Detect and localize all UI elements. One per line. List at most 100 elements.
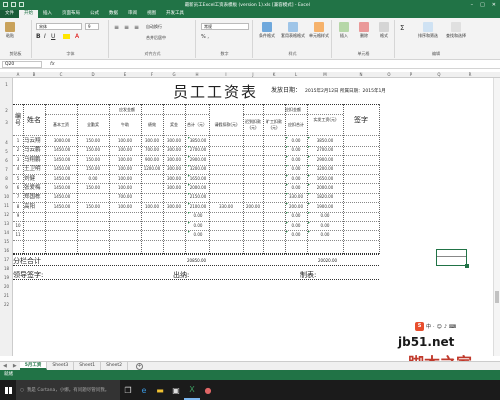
fill-color-icon[interactable] xyxy=(63,34,70,39)
base-salary-cell[interactable]: 1450.00 xyxy=(47,193,77,202)
late-deduction-cell[interactable] xyxy=(243,175,263,184)
lunch-allowance-cell[interactable]: 100.00 xyxy=(109,184,141,193)
underline-button[interactable]: U xyxy=(51,33,55,40)
absent-deduction-cell[interactable] xyxy=(263,165,285,174)
late-deduction-cell[interactable] xyxy=(243,146,263,155)
row-header[interactable]: 8 xyxy=(0,176,13,181)
payable-total-cell[interactable]: 0.00 xyxy=(187,212,209,221)
row-number-cell[interactable]: 3 xyxy=(13,156,23,165)
row-header[interactable]: 13 xyxy=(0,221,13,226)
lunch-allowance-cell[interactable] xyxy=(109,231,141,240)
sheet-tab-sheet3[interactable]: Sheet3 xyxy=(47,362,75,370)
base-salary-cell[interactable] xyxy=(47,212,77,221)
merge-center-button[interactable]: 合并后居中 xyxy=(146,35,166,41)
employee-name-cell[interactable] xyxy=(24,212,46,221)
bonus-cell[interactable]: 300.00 xyxy=(163,165,185,174)
performance-cell[interactable] xyxy=(141,231,163,240)
allowance-cell[interactable] xyxy=(77,231,109,240)
base-salary-cell[interactable]: 1450.00 xyxy=(47,203,77,212)
deduct-total-cell[interactable]: 0.00 xyxy=(285,165,307,174)
payable-total-cell[interactable]: 2000.00 xyxy=(187,184,209,193)
row-header[interactable]: 3 xyxy=(0,120,13,125)
row-header[interactable]: 22 xyxy=(0,302,13,307)
tab-view[interactable]: 视图 xyxy=(142,10,161,18)
minimize-icon[interactable]: – xyxy=(471,2,474,8)
late-deduction-cell[interactable] xyxy=(243,193,263,202)
align-middle-icon[interactable]: ≡ xyxy=(124,24,129,31)
lunch-allowance-cell[interactable]: 100.00 xyxy=(109,165,141,174)
scroll-right-icon[interactable]: ▶ xyxy=(10,363,20,369)
bonus-cell[interactable]: 300.00 xyxy=(163,156,185,165)
font-size-select[interactable]: 9 xyxy=(85,23,99,30)
align-top-icon[interactable]: ≡ xyxy=(114,24,119,31)
sick-deduction-cell[interactable] xyxy=(209,137,243,146)
row-header[interactable]: 15 xyxy=(0,239,13,244)
app-icon[interactable]: ● xyxy=(200,380,216,400)
deduct-total-cell[interactable]: 0.00 xyxy=(285,184,307,193)
scrollbar-thumb[interactable] xyxy=(495,291,499,303)
deduct-total-cell[interactable]: 0.00 xyxy=(285,137,307,146)
late-deduction-cell[interactable] xyxy=(243,222,263,231)
absent-deduction-cell[interactable] xyxy=(263,231,285,240)
base-salary-cell[interactable] xyxy=(47,231,77,240)
net-pay-cell[interactable]: 0.00 xyxy=(307,222,343,231)
base-salary-cell[interactable]: 1450.00 xyxy=(47,165,77,174)
allowance-cell[interactable]: 150.00 xyxy=(77,184,109,193)
align-bottom-icon[interactable]: ≡ xyxy=(134,24,139,31)
row-number-cell[interactable]: 7 xyxy=(13,193,23,202)
row-header[interactable]: 12 xyxy=(0,212,13,217)
employee-name-cell[interactable]: 马云翔 xyxy=(24,137,46,146)
net-pay-cell[interactable]: 1900.00 xyxy=(307,203,343,212)
payable-total-cell[interactable]: 1650.00 xyxy=(187,175,209,184)
cortana-search-box[interactable]: ○ 我是 Cortana，小娜。有问题尽管问我。 xyxy=(16,380,120,400)
task-view-icon[interactable]: ❐ xyxy=(120,380,136,400)
allowance-cell[interactable]: 150.00 xyxy=(77,165,109,174)
row-header[interactable]: 9 xyxy=(0,185,13,190)
performance-cell[interactable]: 300.00 xyxy=(141,137,163,146)
sick-deduction-cell[interactable] xyxy=(209,175,243,184)
excel-taskbar-icon[interactable]: X xyxy=(184,380,200,400)
employee-name-cell[interactable]: 王卫明 xyxy=(24,165,46,174)
performance-cell[interactable] xyxy=(141,222,163,231)
net-pay-cell[interactable]: 3850.00 xyxy=(307,137,343,146)
emoji-icon[interactable]: ☺ xyxy=(437,324,442,330)
explorer-icon[interactable]: ▬ xyxy=(152,380,168,400)
absent-deduction-cell[interactable] xyxy=(263,212,285,221)
sick-deduction-cell[interactable] xyxy=(209,184,243,193)
employee-name-cell[interactable]: 刘健 xyxy=(24,175,46,184)
performance-cell[interactable] xyxy=(141,184,163,193)
wrap-text-button[interactable]: 自动换行 xyxy=(146,24,162,30)
net-pay-cell[interactable]: 1820.00 xyxy=(307,193,343,202)
net-pay-cell[interactable]: 2000.00 xyxy=(307,184,343,193)
net-pay-cell[interactable]: 2900.00 xyxy=(307,156,343,165)
employee-name-cell[interactable] xyxy=(24,231,46,240)
net-pay-cell[interactable]: 1650.00 xyxy=(307,175,343,184)
sick-deduction-cell[interactable] xyxy=(209,165,243,174)
absent-deduction-cell[interactable] xyxy=(263,146,285,155)
row-number-cell[interactable]: 6 xyxy=(13,184,23,193)
deduct-total-cell[interactable]: 0.00 xyxy=(285,146,307,155)
table-format-button[interactable]: 套用表格格式 xyxy=(279,22,307,39)
add-sheet-button[interactable]: + xyxy=(135,362,143,370)
sheet-tab-may-salary[interactable]: 5月工资 xyxy=(19,362,48,370)
net-pay-cell[interactable]: 0.00 xyxy=(307,212,343,221)
allowance-cell[interactable]: 150.00 xyxy=(77,203,109,212)
ime-mode-icon[interactable]: 中 xyxy=(426,323,431,330)
tab-file[interactable]: 文件 xyxy=(0,10,19,18)
row-header[interactable]: 16 xyxy=(0,248,13,253)
absent-deduction-cell[interactable] xyxy=(263,203,285,212)
lunch-allowance-cell[interactable]: 100.00 xyxy=(109,137,141,146)
bonus-cell[interactable]: 300.00 xyxy=(163,175,185,184)
row-header[interactable]: 6 xyxy=(0,158,13,163)
insert-cells-button[interactable]: 插入 xyxy=(335,22,353,39)
performance-cell[interactable]: 1200.00 xyxy=(141,165,163,174)
row-header[interactable]: 14 xyxy=(0,230,13,235)
tab-page-layout[interactable]: 页面布局 xyxy=(57,10,85,18)
late-deduction-cell[interactable] xyxy=(243,156,263,165)
absent-deduction-cell[interactable] xyxy=(263,156,285,165)
allowance-cell[interactable]: 150.00 xyxy=(77,137,109,146)
employee-name-cell[interactable]: 马翔鹏 xyxy=(24,156,46,165)
deduct-total-cell[interactable]: 0.00 xyxy=(285,231,307,240)
row-header[interactable]: 4 xyxy=(0,140,13,145)
deduct-total-cell[interactable]: 0.00 xyxy=(285,212,307,221)
